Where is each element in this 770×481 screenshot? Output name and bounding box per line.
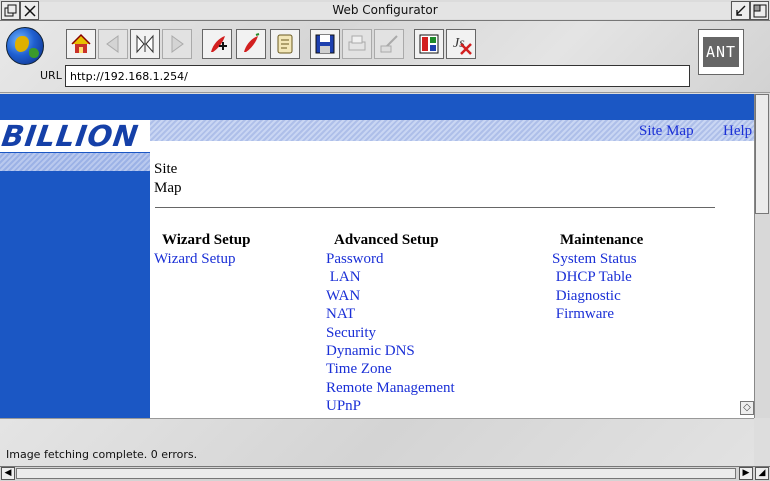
link-diagnostic[interactable]: Diagnostic: [552, 287, 637, 305]
link-lan[interactable]: LAN: [326, 268, 455, 286]
link-system-status[interactable]: System Status: [552, 250, 637, 268]
window-title: Web Configurator: [40, 2, 730, 19]
hotlist-icon[interactable]: [236, 29, 266, 59]
advanced-setup-heading: Advanced Setup: [334, 232, 439, 248]
page-title-line1: Site: [154, 161, 178, 177]
link-remote-management[interactable]: Remote Management: [326, 379, 455, 397]
svg-text:Js: Js: [453, 36, 465, 51]
link-time-zone[interactable]: Time Zone: [326, 360, 455, 378]
stop-icon[interactable]: [130, 29, 160, 59]
link-wan[interactable]: WAN: [326, 287, 455, 305]
horizontal-scroll-thumb[interactable]: [16, 468, 736, 479]
vertical-scroll-thumb[interactable]: [755, 94, 769, 214]
link-dynamic-dns[interactable]: Dynamic DNS: [326, 342, 455, 360]
scroll-right-icon[interactable]: ▶: [739, 467, 753, 480]
url-label: URL: [40, 69, 62, 82]
iconise-icon[interactable]: [731, 1, 750, 20]
top-band: [0, 94, 754, 120]
wizard-setup-heading: Wizard Setup: [162, 232, 251, 248]
link-dhcp-table[interactable]: DHCP Table: [552, 268, 637, 286]
browser-toolbar: Js ANT URL: [0, 21, 770, 93]
page-title-line2: Map: [154, 180, 182, 196]
cancel-fetch-icon[interactable]: Js: [446, 29, 476, 59]
page-viewport: BILLION Site Map Help Site Map Wizard Se…: [0, 94, 754, 418]
page-title: Site Map: [154, 160, 194, 198]
brand-badge: ANT: [698, 29, 744, 75]
site-map-link[interactable]: Site Map: [639, 123, 694, 140]
print-icon[interactable]: [342, 29, 372, 59]
url-input[interactable]: [65, 65, 690, 87]
forward-icon[interactable]: [162, 29, 192, 59]
maintenance-heading: Maintenance: [560, 232, 644, 248]
advanced-setup-list: Password LAN WAN NAT Security Dynamic DN…: [326, 250, 455, 416]
resize-handle-icon[interactable]: ◇: [740, 401, 754, 415]
home-icon[interactable]: [66, 29, 96, 59]
link-security[interactable]: Security: [326, 324, 455, 342]
globe-icon[interactable]: [6, 27, 44, 65]
history-icon[interactable]: [270, 29, 300, 59]
find-icon[interactable]: [374, 29, 404, 59]
back-window-icon[interactable]: [1, 1, 20, 20]
link-wizard-setup[interactable]: Wizard Setup: [154, 250, 235, 268]
back-icon[interactable]: [98, 29, 128, 59]
scroll-left-icon[interactable]: ◀: [1, 467, 15, 480]
title-bar: Web Configurator: [0, 0, 770, 21]
corner-icon[interactable]: ◢: [755, 467, 769, 480]
maintenance-list: System Status DHCP Table Diagnostic Firm…: [552, 250, 637, 324]
logo: BILLION: [0, 119, 150, 153]
close-icon[interactable]: [20, 1, 39, 20]
save-icon[interactable]: [310, 29, 340, 59]
status-text: Image fetching complete. 0 errors.: [6, 448, 198, 461]
link-upnp[interactable]: UPnP: [326, 397, 455, 415]
link-firmware[interactable]: Firmware: [552, 305, 637, 323]
brand-badge-text: ANT: [703, 37, 739, 67]
logo-text: BILLION: [0, 119, 141, 153]
link-password[interactable]: Password: [326, 250, 455, 268]
help-link[interactable]: Help: [723, 123, 752, 140]
view-source-icon[interactable]: [414, 29, 444, 59]
wizard-setup-list: Wizard Setup: [154, 250, 235, 268]
divider: [155, 207, 715, 208]
logo-stripe: [0, 153, 150, 171]
add-hotlist-icon[interactable]: [202, 29, 232, 59]
toggle-size-icon[interactable]: [750, 1, 769, 20]
link-nat[interactable]: NAT: [326, 305, 455, 323]
